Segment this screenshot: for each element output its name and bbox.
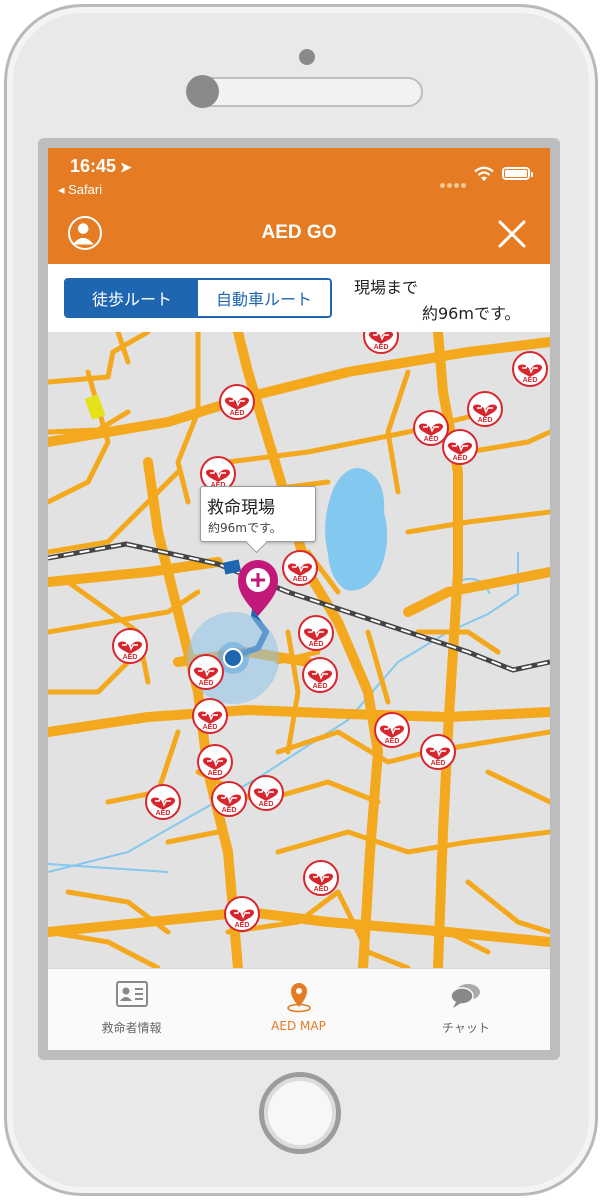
chat-bubbles-icon (450, 984, 480, 1008)
rescue-site-callout[interactable]: 救命現場 約96mです。 (200, 486, 316, 542)
id-card-icon (115, 981, 148, 1007)
distance-label: 現場まで (354, 278, 419, 297)
home-button[interactable] (259, 1072, 341, 1154)
aed-map[interactable]: AED (48, 332, 550, 968)
proximity-sensor (299, 49, 315, 65)
app-screen: 16:45 ➤ ◂ Safari AED GO 徒歩ルート 自動車ルート 現場まで… (48, 148, 550, 1050)
earpiece-speaker (187, 77, 423, 107)
tab-rescuer-info[interactable]: 救命者情報 (48, 969, 215, 1050)
app-header: 16:45 ➤ ◂ Safari AED GO (48, 148, 550, 264)
location-arrow-icon: ➤ (120, 159, 132, 175)
map-canvas: AED (48, 332, 550, 968)
battery-icon (502, 167, 533, 180)
tab-label: チャット (442, 1021, 490, 1035)
map-pin-icon (286, 983, 311, 1013)
callout-title: 救命現場 (207, 498, 275, 518)
distance-value: 約96mです。 (422, 304, 521, 323)
tab-label: AED MAP (271, 1019, 326, 1033)
cell-signal-icon (440, 173, 468, 192)
car-route-tab[interactable]: 自動車ルート (198, 280, 330, 316)
app-title: AED GO (261, 222, 337, 243)
back-to-safari-link[interactable]: ◂ Safari (58, 182, 102, 198)
pond-shape (325, 468, 388, 591)
wifi-icon (474, 166, 494, 181)
callout-distance: 約96mです。 (208, 521, 282, 535)
walk-route-tab[interactable]: 徒歩ルート (66, 280, 198, 316)
close-icon[interactable] (496, 218, 528, 250)
route-mode-toggle: 徒歩ルート 自動車ルート (64, 278, 332, 318)
tab-label: 救命者情報 (101, 1021, 162, 1035)
current-location-dot (223, 648, 243, 668)
route-bar: 徒歩ルート 自動車ルート 現場まで 約96mです。 (48, 264, 550, 332)
front-camera (186, 75, 219, 108)
bottom-tab-bar: 救命者情報 AED MAP チャット (48, 968, 550, 1050)
status-time: 16:45 ➤ (70, 156, 132, 176)
tab-aed-map[interactable]: AED MAP (215, 969, 382, 1050)
tab-chat[interactable]: チャット (382, 969, 550, 1050)
